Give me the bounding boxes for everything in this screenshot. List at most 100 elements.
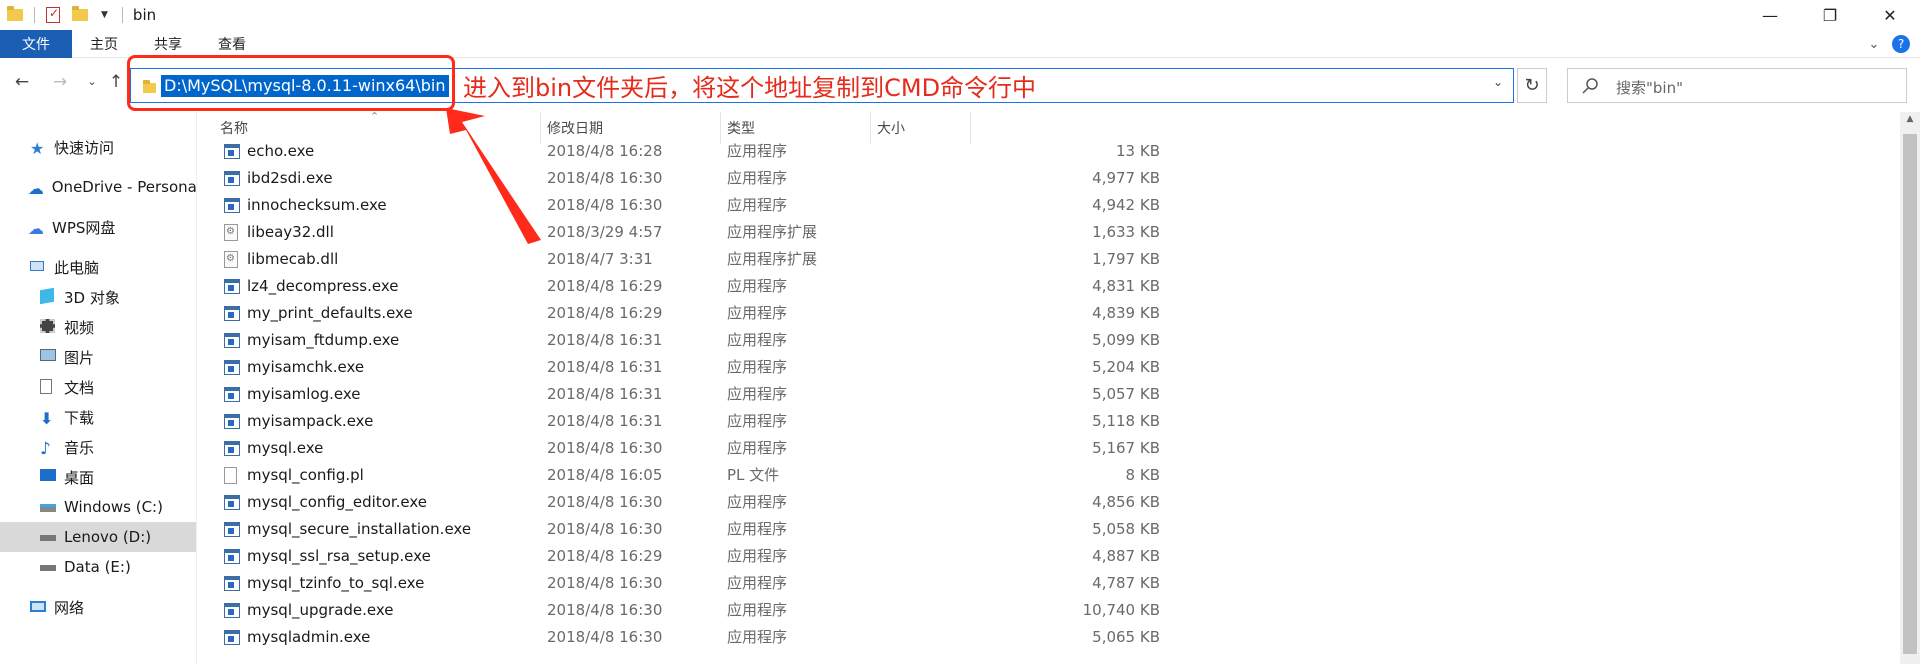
sidebar-item-drive-d[interactable]: Lenovo (D:) [0,522,196,552]
file-date: 2018/4/8 16:30 [547,520,663,538]
file-type: 应用程序扩展 [727,223,818,241]
scrollbar-thumb[interactable] [1903,134,1917,654]
file-type: 应用程序 [727,331,788,349]
annotation-text: 进入到bin文件夹后，将这个地址复制到CMD命令行中 [463,74,1037,102]
file-row[interactable]: mysql_ssl_rsa_setup.exe 2018/4/8 16:29 应用程… [200,543,1900,570]
file-size: 1,797 KB [1092,250,1160,268]
file-date: 2018/4/8 16:29 [547,547,663,565]
exe-icon [224,603,240,618]
desktop-icon [40,469,58,485]
sidebar-item-downloads[interactable]: ⬇ 下载 [0,402,196,432]
file-name: libmecab.dll [247,250,339,268]
sidebar-item-desktop[interactable]: 桌面 [0,462,196,492]
file-row[interactable]: mysql_config_editor.exe 2018/4/8 16:30 应用程… [200,489,1900,516]
file-row[interactable]: mysql.exe 2018/4/8 16:30 应用程序 5,167 KB [200,435,1900,462]
exe-icon [224,198,240,213]
file-size: 4,942 KB [1092,196,1160,214]
tab-view[interactable]: 查看 [200,30,264,58]
file-size: 8 KB [1125,466,1160,484]
file-row[interactable]: myisamchk.exe 2018/4/8 16:31 应用程序 5,204 KB [200,354,1900,381]
forward-button[interactable]: → [50,72,70,96]
customize-toolbar-dropdown-icon[interactable]: ▼ [101,10,108,20]
file-row[interactable]: echo.exe 2018/4/8 16:28 应用程序 13 KB [200,138,1900,165]
address-history-dropdown-icon[interactable]: ⌄ [1493,75,1503,89]
file-row[interactable]: myisampack.exe 2018/4/8 16:31 应用程序 5,118 KB [200,408,1900,435]
file-row[interactable]: mysqladmin.exe 2018/4/8 16:30 应用程序 5,065 KB [200,624,1900,651]
file-name: myisamchk.exe [247,358,365,376]
file-row[interactable]: mysql_secure_installation.exe 2018/4/8 16… [200,516,1900,543]
properties-icon[interactable] [46,6,62,23]
file-size: 5,065 KB [1092,628,1160,646]
sidebar-item-pictures[interactable]: 图片 [0,342,196,372]
refresh-button[interactable]: ↻ [1517,68,1547,103]
drive-icon [40,529,58,545]
file-row[interactable]: lz4_decompress.exe 2018/4/8 16:29 应用程序 4,83… [200,273,1900,300]
tab-home[interactable]: 主页 [72,30,136,58]
file-name: my_print_defaults.exe [247,304,413,322]
quick-access-toolbar: ▼ [0,0,129,30]
sidebar-item-drive-e[interactable]: Data (E:) [0,552,196,582]
file-row[interactable]: mysql_upgrade.exe 2018/4/8 16:30 应用程序 10,74… [200,597,1900,624]
file-date: 2018/4/8 16:28 [547,142,663,160]
exe-icon [224,495,240,510]
file-type: 应用程序 [727,439,788,457]
sidebar-item-network[interactable]: 网络 [0,592,196,622]
minimize-button[interactable]: — [1740,0,1800,30]
back-button[interactable]: ← [12,72,32,96]
music-icon: ♪ [40,439,51,459]
exe-icon [224,522,240,537]
new-folder-icon[interactable] [72,6,88,23]
sidebar-item-music[interactable]: ♪ 音乐 [0,432,196,462]
sidebar-item-quick-access[interactable]: ★ 快速访问 [0,132,196,162]
file-size: 13 KB [1116,142,1160,160]
recent-locations-icon[interactable]: ⌄ [82,75,102,99]
sidebar-item-this-pc[interactable]: 此电脑 [0,252,196,282]
file-name: lz4_decompress.exe [247,277,399,295]
exe-icon [224,441,240,456]
file-date: 2018/4/8 16:30 [547,493,663,511]
file-row[interactable]: libmecab.dll 2018/4/7 3:31 应用程序扩展 1,797 KB [200,246,1900,273]
scroll-up-icon[interactable]: ▲ [1900,114,1920,130]
file-type: 应用程序 [727,547,788,565]
file-size: 5,167 KB [1092,439,1160,457]
file-row[interactable]: libeay32.dll 2018/3/29 4:57 应用程序扩展 1,633 KB [200,219,1900,246]
file-type: 应用程序 [727,142,788,160]
vertical-scrollbar[interactable]: ▲ [1900,112,1920,664]
document-icon [40,379,58,395]
drive-icon [40,559,58,575]
file-size: 5,099 KB [1092,331,1160,349]
file-row[interactable]: mysql_tzinfo_to_sql.exe 2018/4/8 16:30 应用程… [200,570,1900,597]
sidebar-item-onedrive[interactable]: ☁ OneDrive - Persona [0,172,196,202]
file-name: myisamlog.exe [247,385,361,403]
file-row[interactable]: myisam_ftdump.exe 2018/4/8 16:31 应用程序 5,099… [200,327,1900,354]
expand-ribbon-icon[interactable]: ⌄ [1862,37,1886,52]
tab-file[interactable]: 文件 [0,29,72,58]
file-type: 应用程序 [727,601,788,619]
help-icon[interactable]: ? [1892,35,1910,53]
exe-icon [224,360,240,375]
close-button[interactable]: ✕ [1860,0,1920,30]
search-input[interactable]: 搜索"bin" [1616,77,1683,98]
sidebar-item-documents[interactable]: 文档 [0,372,196,402]
search-box[interactable]: 搜索"bin" [1567,68,1907,103]
file-date: 2018/4/7 3:31 [547,250,653,268]
file-size: 4,839 KB [1092,304,1160,322]
file-row[interactable]: innochecksum.exe 2018/4/8 16:30 应用程序 4,942 … [200,192,1900,219]
file-row[interactable]: mysql_config.pl 2018/4/8 16:05 PL 文件 8 KB [200,462,1900,489]
file-size: 5,204 KB [1092,358,1160,376]
sidebar-item-3d-objects[interactable]: 3D 对象 [0,282,196,312]
file-type: 应用程序 [727,358,788,376]
sidebar-item-wps-drive[interactable]: ☁ WPS网盘 [0,212,196,242]
file-date: 2018/4/8 16:30 [547,628,663,646]
file-type: PL 文件 [727,466,780,484]
file-row[interactable]: myisamlog.exe 2018/4/8 16:31 应用程序 5,057 KB [200,381,1900,408]
sidebar-item-drive-c[interactable]: Windows (C:) [0,492,196,522]
up-button[interactable]: ↑ [106,72,126,96]
sidebar-item-videos[interactable]: 视频 [0,312,196,342]
tab-share[interactable]: 共享 [136,30,200,58]
maximize-button[interactable]: ❐ [1800,0,1860,30]
file-row[interactable]: my_print_defaults.exe 2018/4/8 16:29 应用程序 4… [200,300,1900,327]
pane-divider[interactable] [196,112,197,664]
file-name: ibd2sdi.exe [247,169,333,187]
file-row[interactable]: ibd2sdi.exe 2018/4/8 16:30 应用程序 4,977 KB [200,165,1900,192]
